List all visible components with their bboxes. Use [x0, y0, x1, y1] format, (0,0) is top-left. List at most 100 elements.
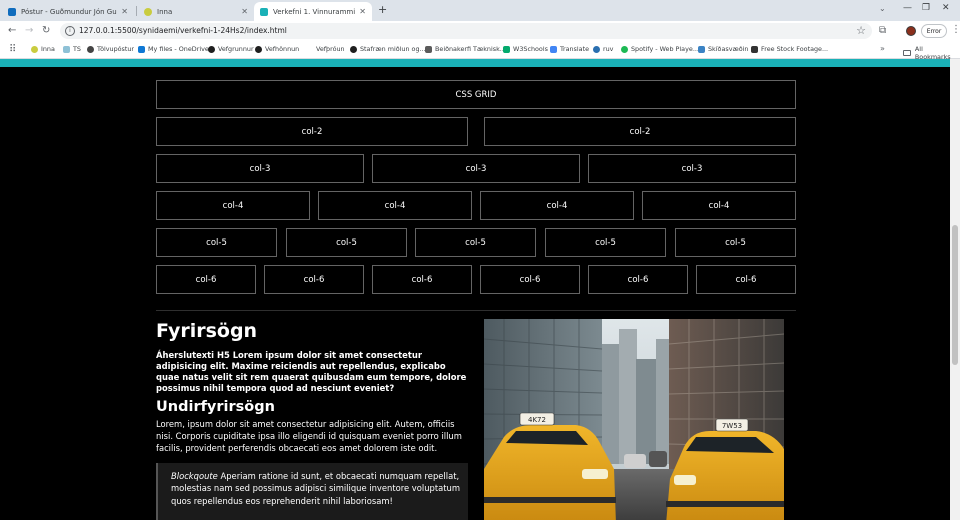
- close-icon[interactable]: ✕: [241, 7, 248, 16]
- bookmark-label: Beiðnakerfi Tæknisk...: [435, 45, 506, 53]
- grid-cell-label: col-4: [384, 200, 406, 211]
- grid-cell-label: col-5: [206, 237, 227, 248]
- address-bar[interactable]: i 127.0.0.1:5500/synidaemi/verkefni-1-24…: [60, 23, 872, 39]
- ski-icon: [698, 45, 705, 53]
- grid-cell-label: col-2: [301, 126, 323, 137]
- tab-active[interactable]: Verkefni 1. Vinnurammi ✕: [254, 2, 372, 21]
- grid-cell-col-6: col-6: [372, 265, 472, 294]
- grid-cell-col-5: col-5: [675, 228, 796, 257]
- bookmark-item[interactable]: Beiðnakerfi Tæknisk...: [425, 45, 506, 53]
- grid-cell-col-3: col-3: [588, 154, 796, 183]
- scrollbar-thumb[interactable]: [952, 225, 958, 365]
- bookmark-item[interactable]: Vefþróun: [306, 45, 345, 53]
- grid-cell-label: col-5: [595, 237, 616, 248]
- tab-inna-label: Inna: [157, 7, 173, 16]
- grid-cell-label: col-4: [708, 200, 730, 211]
- github-icon: [350, 45, 357, 53]
- menu-icon[interactable]: ⋮: [951, 24, 960, 35]
- bookmark-item[interactable]: Spotify - Web Playe...: [621, 45, 699, 53]
- github-icon: [208, 45, 215, 53]
- page-scrollbar[interactable]: [950, 59, 960, 520]
- live-server-icon: [260, 7, 268, 16]
- tab-separator: [136, 6, 137, 16]
- bookmark-item[interactable]: Vefhönnun: [255, 45, 299, 53]
- github-icon: [255, 45, 262, 53]
- grid-cell-col-6: col-6: [156, 265, 256, 294]
- grid-cell-col-6: col-6: [588, 265, 688, 294]
- profile-avatar[interactable]: [906, 26, 916, 36]
- bookmark-item[interactable]: Inna: [31, 45, 55, 53]
- grid-cell-col-4: col-4: [480, 191, 634, 220]
- onedrive-icon: [138, 45, 145, 53]
- outlook-icon: [8, 7, 16, 16]
- bookmark-item[interactable]: Stafræn miðlun og...: [350, 45, 426, 53]
- grid-header-cell: CSS GRID: [156, 80, 796, 109]
- reload-icon[interactable]: ↻: [42, 25, 50, 36]
- bookmark-label: Vefgrunnur: [218, 45, 254, 53]
- bookmark-item[interactable]: W3Schools: [503, 45, 548, 53]
- url-text[interactable]: 127.0.0.1:5500/synidaemi/verkefni-1-24Hs…: [79, 26, 287, 35]
- grid-cell-label: col-6: [195, 274, 217, 285]
- mail-icon: [87, 45, 94, 53]
- browser-toolbar: ← → ↻ i 127.0.0.1:5500/synidaemi/verkefn…: [0, 21, 960, 41]
- more-bookmarks-icon[interactable]: »: [880, 44, 885, 53]
- bookmark-label: Translate: [560, 45, 590, 53]
- restore-icon[interactable]: ❐: [922, 3, 930, 13]
- grid-cell-label: col-3: [681, 163, 703, 174]
- bookmark-label: W3Schools: [513, 45, 548, 53]
- emphasis-text: Áherslutexti H5 Lorem ipsum dolor sit am…: [156, 349, 467, 393]
- new-tab-icon[interactable]: +: [378, 3, 387, 16]
- close-icon[interactable]: ✕: [121, 7, 128, 16]
- folder-icon: [903, 50, 911, 56]
- minimize-icon[interactable]: —: [903, 3, 912, 13]
- grid-cell-col-3: col-3: [372, 154, 580, 183]
- bookmark-item[interactable]: Skíðasvæðin: [698, 45, 748, 53]
- error-button[interactable]: Error: [921, 24, 947, 38]
- back-icon[interactable]: ←: [8, 25, 16, 36]
- bookmark-item[interactable]: Translate: [550, 45, 589, 53]
- grid-cell-col-6: col-6: [696, 265, 796, 294]
- close-window-icon[interactable]: ✕: [942, 3, 950, 13]
- apps-grid-icon[interactable]: ⠿: [9, 44, 16, 55]
- blockquote: Blockqoute Aperiam ratione id sunt, et o…: [156, 462, 468, 520]
- bookmark-item[interactable]: My files - OneDrive: [138, 45, 209, 53]
- page-heading: Fyrirsögn: [156, 320, 258, 342]
- site-info-icon[interactable]: i: [65, 26, 75, 36]
- grid-cell-col-2: col-2: [156, 117, 468, 146]
- tab-active-label: Verkefni 1. Vinnurammi: [273, 7, 356, 16]
- grid-cell-label: col-3: [465, 163, 487, 174]
- bookmark-item[interactable]: ruv: [593, 45, 613, 53]
- chevron-down-icon[interactable]: ⌄: [879, 4, 886, 13]
- w3schools-icon: [503, 45, 510, 53]
- bookmark-label: Inna: [41, 45, 55, 53]
- grid-cell-label: col-4: [222, 200, 244, 211]
- tab-mail[interactable]: Póstur - Guðmundur Jón Guðjó ✕: [2, 2, 134, 21]
- grid-cell-col-5: col-5: [156, 228, 277, 257]
- grid-cell-label: col-4: [546, 200, 568, 211]
- taxi-street-photo: 4K72 7W53: [484, 319, 784, 520]
- subheading: Undirfyrirsögn: [156, 398, 275, 415]
- grid-cell-label: col-6: [411, 274, 433, 285]
- close-icon[interactable]: ✕: [359, 7, 366, 16]
- bookmark-item[interactable]: Free Stock Footage...: [751, 45, 828, 53]
- extensions-icon[interactable]: ⧉: [879, 25, 886, 36]
- tab-inna[interactable]: Inna ✕: [138, 2, 254, 21]
- bookmark-label: Vefhönnun: [265, 45, 300, 53]
- error-label: Error: [926, 27, 942, 35]
- bookmark-item[interactable]: TS: [63, 45, 81, 53]
- ruv-icon: [593, 45, 600, 53]
- bookmark-label: Stafræn miðlun og...: [360, 45, 426, 53]
- grid-cell-label: col-6: [627, 274, 649, 285]
- tab-mail-label: Póstur - Guðmundur Jón Guðjó: [21, 7, 118, 16]
- bookmark-item[interactable]: Tölvupóstur: [87, 45, 134, 53]
- forward-icon[interactable]: →: [25, 25, 33, 36]
- bookmark-star-icon[interactable]: ☆: [856, 24, 866, 37]
- bookmark-item[interactable]: Vefgrunnur: [208, 45, 254, 53]
- grid-cell-col-4: col-4: [156, 191, 310, 220]
- grid-cell-label: col-2: [629, 126, 651, 137]
- background-car: [624, 454, 646, 468]
- inna-icon: [144, 7, 152, 16]
- bookmark-label: Free Stock Footage...: [761, 45, 829, 53]
- bookmark-label: Tölvupóstur: [97, 45, 135, 53]
- article-content: Fyrirsögn Áherslutexti H5 Lorem ipsum do…: [156, 321, 468, 520]
